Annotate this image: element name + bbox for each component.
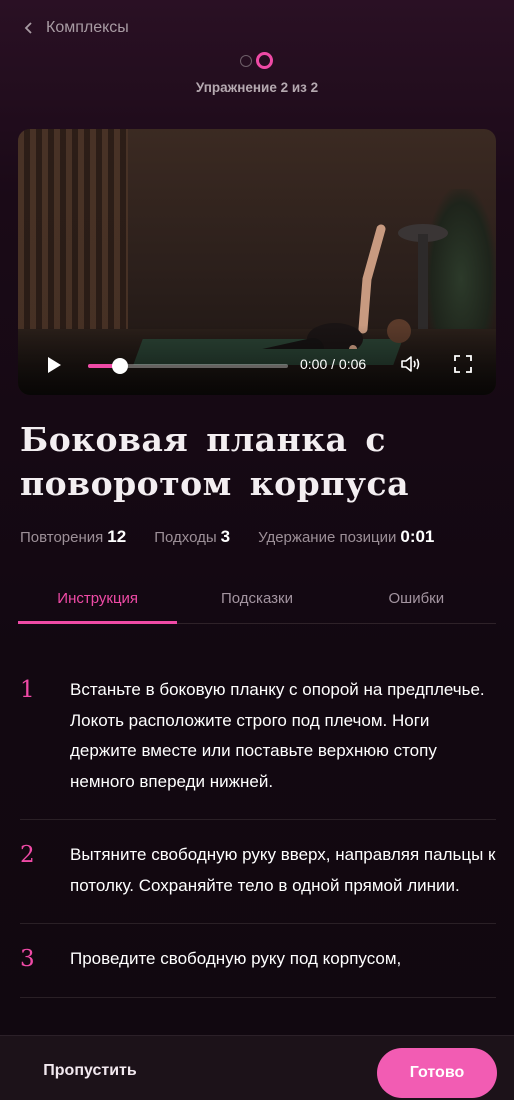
video-player[interactable]: 0:00 / 0:06: [18, 129, 496, 395]
pager-dot[interactable]: [240, 54, 252, 67]
step-text: Проведите свободную руку под корпусом,: [70, 949, 402, 968]
video-controls: 0:00 / 0:06: [18, 347, 496, 381]
exercise-progress: Упражнение 2 из 2: [195, 80, 319, 95]
stat-sets: Подходы 3: [154, 527, 231, 546]
video-time: 0:00 / 0:06: [300, 356, 367, 372]
tab-mistakes[interactable]: Ошибки: [337, 580, 496, 623]
step-number: 1: [20, 677, 35, 703]
exercise-stats: Повторения 12 Подходы 3 Удержание позиции 0…: [20, 527, 434, 547]
step-text: Вытяните свободную руку вверх, направляя…: [70, 845, 496, 895]
volume-icon[interactable]: [400, 354, 422, 374]
done-button[interactable]: Готово: [377, 1048, 497, 1098]
list-item: 3 Проведите свободную руку под корпусом,: [20, 924, 496, 998]
video-scene: [18, 129, 128, 339]
exercise-title: Боковая планка с поворотом корпуса: [20, 420, 409, 503]
step-number: 2: [20, 842, 35, 868]
list-item: 2 Вытяните свободную руку вверх, направл…: [20, 820, 496, 924]
video-scrubber-thumb[interactable]: [112, 358, 128, 374]
exercise-pager: [240, 52, 273, 69]
stat-hold: Удержание позиции 0:01: [258, 527, 435, 546]
tab-bar: Инструкция Подсказки Ошибки: [18, 580, 496, 624]
back-link[interactable]: Комплексы: [24, 17, 129, 39]
skip-button[interactable]: Пропустить: [20, 1054, 160, 1088]
fullscreen-icon[interactable]: [454, 355, 472, 373]
stat-repetitions: Повторения 12: [20, 527, 127, 546]
back-chevron-icon: [24, 22, 32, 34]
video-figure: [262, 224, 411, 349]
tab-tips[interactable]: Подсказки: [177, 580, 336, 623]
step-number: 3: [20, 946, 35, 972]
tab-instruction[interactable]: Инструкция: [18, 580, 178, 624]
pager-dot-active[interactable]: [256, 52, 273, 69]
list-item: 1 Встаньте в боковую планку с опорой на …: [20, 655, 496, 820]
step-text: Встаньте в боковую планку с опорой на пр…: [70, 680, 485, 791]
play-icon[interactable]: [44, 355, 64, 375]
instruction-steps: 1 Встаньте в боковую планку с опорой на …: [20, 655, 496, 1035]
bottom-action-bar: Пропустить Готово: [0, 1035, 514, 1100]
video-scrubber[interactable]: [88, 358, 288, 374]
back-link-label: Комплексы: [46, 19, 129, 36]
